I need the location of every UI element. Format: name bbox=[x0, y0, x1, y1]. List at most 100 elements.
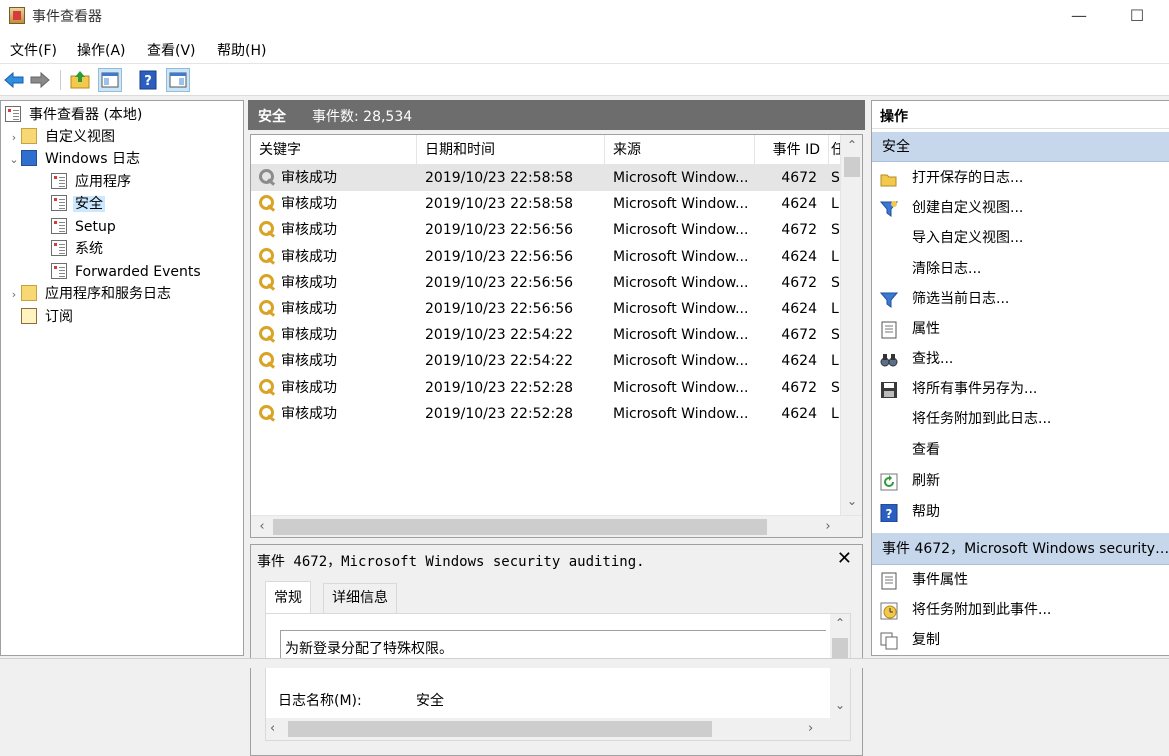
column-keyword[interactable]: 关键字 bbox=[251, 135, 417, 165]
tab-general[interactable]: 常规 bbox=[265, 581, 311, 613]
scroll-left-icon[interactable]: ‹ bbox=[251, 516, 273, 537]
menu-view[interactable]: 查看(V) bbox=[147, 40, 196, 60]
scroll-left-icon[interactable]: ‹ bbox=[270, 718, 275, 740]
column-source[interactable]: 来源 bbox=[605, 135, 755, 165]
svg-text:?: ? bbox=[886, 507, 893, 521]
scroll-thumb[interactable] bbox=[273, 519, 767, 535]
expand-chevron-icon[interactable]: › bbox=[7, 284, 21, 306]
event-detail-pane: 事件 4672，Microsoft Windows security audit… bbox=[250, 544, 863, 756]
back-button[interactable] bbox=[2, 68, 26, 92]
tree-item-security[interactable]: 安全 bbox=[51, 193, 105, 215]
show-hide-action-pane-button[interactable] bbox=[166, 68, 190, 92]
help-button[interactable]: ? bbox=[136, 68, 160, 92]
table-row[interactable]: 审核成功 2019/10/23 22:58:58 Microsoft Window.… bbox=[251, 191, 841, 217]
expand-chevron-icon[interactable]: › bbox=[7, 127, 21, 149]
scroll-thumb[interactable] bbox=[832, 638, 848, 658]
collapse-chevron-icon[interactable]: ⌄ bbox=[7, 149, 21, 171]
tree-item-forwarded-events[interactable]: Forwarded Events bbox=[51, 261, 203, 283]
table-row[interactable]: 审核成功 2019/10/23 22:52:28 Microsoft Window.… bbox=[251, 375, 841, 401]
tree-item-custom-views[interactable]: › 自定义视图 bbox=[7, 126, 117, 148]
cell-datetime-text: 2019/10/23 22:52:28 bbox=[425, 379, 574, 396]
action-filter-current-log[interactable]: 筛选当前日志... bbox=[872, 284, 1169, 314]
action-import-custom-view[interactable]: 导入自定义视图... bbox=[872, 223, 1169, 253]
action-open-saved-log[interactable]: 打开保存的日志... bbox=[872, 163, 1169, 193]
menu-action[interactable]: 操作(A) bbox=[77, 40, 126, 60]
tab-details[interactable]: 详细信息 bbox=[323, 583, 397, 613]
cell-event-id-text: 4624 bbox=[781, 405, 817, 422]
show-hide-console-tree-button[interactable] bbox=[98, 68, 122, 92]
tree-item-setup[interactable]: Setup bbox=[51, 216, 118, 238]
action-save-all-events[interactable]: 将所有事件另存为... bbox=[872, 374, 1169, 404]
detail-horizontal-scrollbar[interactable]: ‹ › bbox=[266, 718, 850, 740]
cell-source: Microsoft Window... bbox=[605, 217, 755, 243]
cell-source: Microsoft Window... bbox=[605, 322, 755, 348]
action-copy[interactable]: 复制 bbox=[872, 625, 1169, 655]
log-name-value[interactable]: 安全 bbox=[416, 690, 444, 710]
action-help[interactable]: ? 帮助 bbox=[872, 497, 1169, 527]
tree-item-application[interactable]: 应用程序 bbox=[51, 171, 133, 193]
tree-item-app-services-logs[interactable]: › 应用程序和服务日志 bbox=[7, 283, 173, 305]
table-row[interactable]: 审核成功 2019/10/23 22:54:22 Microsoft Window.… bbox=[251, 348, 841, 374]
audit-success-key-icon bbox=[259, 169, 277, 185]
action-view[interactable]: 查看 bbox=[872, 435, 1169, 465]
log-icon bbox=[51, 173, 67, 189]
cell-keyword-text: 审核成功 bbox=[281, 196, 337, 213]
cell-event-id: 4672 bbox=[755, 165, 829, 191]
grid-vertical-scrollbar[interactable]: ⌃ ⌄ bbox=[840, 135, 862, 515]
action-refresh[interactable]: 刷新 bbox=[872, 466, 1169, 496]
tree-item-windows-logs[interactable]: ⌄ Windows 日志 bbox=[7, 148, 142, 170]
up-folder-button[interactable] bbox=[68, 68, 92, 92]
cell-event-id: 4672 bbox=[755, 322, 829, 348]
scroll-up-icon[interactable]: ⌃ bbox=[830, 616, 850, 630]
column-datetime[interactable]: 日期和时间 bbox=[417, 135, 605, 165]
cell-source: Microsoft Window... bbox=[605, 401, 755, 427]
scroll-thumb[interactable] bbox=[288, 721, 712, 737]
table-row[interactable]: 审核成功 2019/10/23 22:56:56 Microsoft Window.… bbox=[251, 270, 841, 296]
scroll-down-icon[interactable]: ⌄ bbox=[841, 491, 862, 511]
action-event-properties[interactable]: 事件属性 bbox=[872, 565, 1169, 595]
forward-button[interactable] bbox=[28, 68, 52, 92]
menu-help[interactable]: 帮助(H) bbox=[217, 40, 266, 60]
table-row[interactable]: 审核成功 2019/10/23 22:58:58 Microsoft Window.… bbox=[251, 165, 841, 191]
cell-event-id: 4624 bbox=[755, 296, 829, 322]
action-attach-task-to-log[interactable]: 将任务附加到此日志... bbox=[872, 404, 1169, 434]
action-properties[interactable]: 属性 bbox=[872, 314, 1169, 344]
column-event-id[interactable]: 事件 ID bbox=[755, 135, 829, 165]
table-row[interactable]: 审核成功 2019/10/23 22:52:28 Microsoft Window.… bbox=[251, 401, 841, 427]
action-find[interactable]: 查找... bbox=[872, 344, 1169, 374]
actions-section-event[interactable]: 事件 4672，Microsoft Windows security ... bbox=[872, 533, 1169, 565]
filter-funnel-icon bbox=[880, 201, 898, 217]
cell-datetime: 2019/10/23 22:52:28 bbox=[417, 375, 605, 401]
log-icon bbox=[51, 218, 67, 234]
audit-success-key-icon bbox=[259, 195, 277, 211]
event-viewer-app-icon bbox=[9, 7, 25, 24]
action-clear-log[interactable]: 清除日志... bbox=[872, 254, 1169, 284]
grid-horizontal-scrollbar[interactable]: ‹ › bbox=[251, 515, 862, 537]
cell-task-text: S bbox=[831, 222, 840, 239]
maximize-button[interactable]: ☐ bbox=[1114, 4, 1160, 28]
scroll-up-icon[interactable]: ⌃ bbox=[841, 135, 862, 155]
action-attach-task-to-event[interactable]: 将任务附加到此事件... bbox=[872, 595, 1169, 625]
event-list-pane: 安全 事件数: 28,534 关键字 日期和时间 来源 事件 ID 任 审核成功… bbox=[248, 100, 865, 756]
tree-item-subscriptions[interactable]: 订阅 bbox=[21, 306, 75, 328]
cell-event-id-text: 4672 bbox=[781, 379, 817, 396]
minimize-button[interactable]: — bbox=[1056, 4, 1102, 28]
table-row[interactable]: 审核成功 2019/10/23 22:56:56 Microsoft Window.… bbox=[251, 296, 841, 322]
table-row[interactable]: 审核成功 2019/10/23 22:54:22 Microsoft Window.… bbox=[251, 322, 841, 348]
console-tree-icon bbox=[101, 72, 119, 88]
scroll-down-icon[interactable]: ⌄ bbox=[830, 698, 850, 712]
cell-datetime-text: 2019/10/23 22:56:56 bbox=[425, 248, 574, 265]
folder-up-icon bbox=[70, 71, 90, 89]
scroll-thumb[interactable] bbox=[844, 157, 860, 177]
close-icon[interactable]: ✕ bbox=[837, 548, 852, 569]
scroll-right-icon[interactable]: › bbox=[808, 718, 813, 740]
tree-item-root[interactable]: 事件查看器 (本地) bbox=[5, 104, 144, 126]
menu-file[interactable]: 文件(F) bbox=[10, 40, 57, 60]
table-row[interactable]: 审核成功 2019/10/23 22:56:56 Microsoft Window.… bbox=[251, 244, 841, 270]
actions-section-security[interactable]: 安全 bbox=[872, 132, 1169, 162]
cell-task-text: L bbox=[831, 248, 839, 265]
scroll-right-icon[interactable]: › bbox=[817, 516, 839, 537]
action-create-custom-view[interactable]: 创建自定义视图... bbox=[872, 193, 1169, 223]
tree-item-system[interactable]: 系统 bbox=[51, 238, 105, 260]
table-row[interactable]: 审核成功 2019/10/23 22:56:56 Microsoft Window.… bbox=[251, 217, 841, 243]
